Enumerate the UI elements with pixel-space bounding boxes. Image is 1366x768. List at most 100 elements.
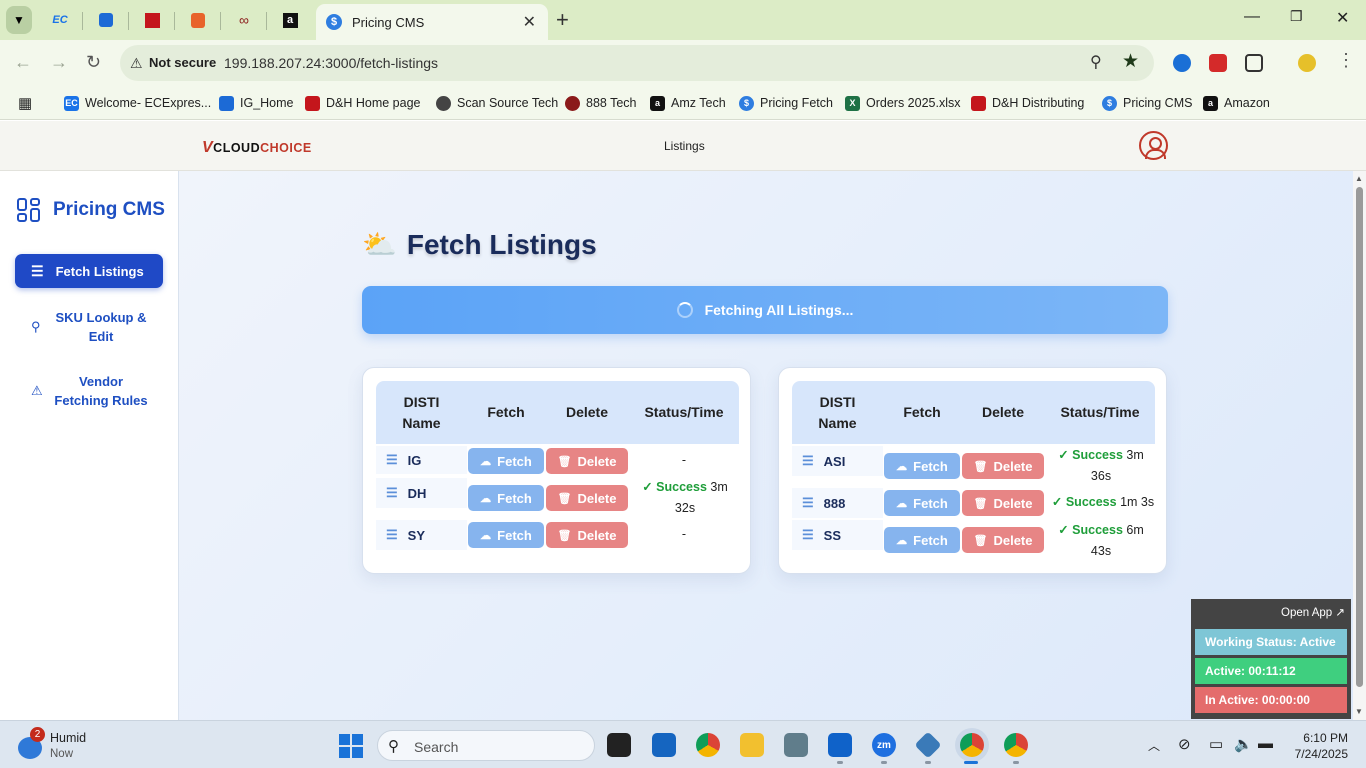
- windows-start-button[interactable]: [339, 734, 363, 758]
- tab-888[interactable]: ∞: [228, 6, 260, 34]
- maximize-button[interactable]: ❐: [1290, 8, 1303, 25]
- bookmark-item[interactable]: D&H Home page: [305, 93, 421, 113]
- chrome-profile-icon[interactable]: [960, 733, 984, 757]
- open-app-link[interactable]: Open App ↗: [1281, 605, 1345, 619]
- fetch-button[interactable]: ☁ Fetch: [468, 448, 544, 474]
- cloud-icon: ☁: [896, 460, 908, 473]
- fetch-button[interactable]: ☁ Fetch: [884, 453, 960, 479]
- scroll-up-icon[interactable]: ▲: [1355, 174, 1363, 183]
- scroll-down-icon[interactable]: ▼: [1355, 707, 1363, 716]
- dh-favicon-icon: [144, 12, 160, 28]
- bookmark-item[interactable]: D&H Distributing: [971, 93, 1084, 113]
- tab-amazon[interactable]: a: [274, 6, 306, 34]
- delete-button[interactable]: 🗑 Delete: [546, 485, 628, 511]
- user-avatar-icon[interactable]: [1139, 131, 1168, 160]
- tab-ecexpress[interactable]: EC: [44, 6, 76, 34]
- sidebar-item-label: SKU Lookup & Edit: [55, 310, 147, 344]
- security-label[interactable]: Not secure: [149, 55, 216, 70]
- tray-chevron-icon[interactable]: ︿: [1148, 737, 1160, 754]
- scrollbar-thumb[interactable]: [1356, 187, 1363, 687]
- warning-icon[interactable]: ⚠: [130, 55, 143, 72]
- trash-icon: 🗑: [973, 534, 988, 547]
- taskbar-search[interactable]: ⚲ Search: [377, 730, 595, 761]
- running-indicator: [1013, 761, 1019, 764]
- network-icon[interactable]: ⊘: [1178, 735, 1191, 753]
- tab-search-button[interactable]: ▼: [6, 6, 32, 34]
- tab-title: Pricing CMS: [352, 14, 425, 30]
- new-tab-button[interactable]: +: [556, 9, 569, 31]
- vcloudchoice-logo[interactable]: VCLOUDCHOICE: [202, 139, 312, 157]
- cloud-icon: ☁: [480, 455, 492, 468]
- minimize-button[interactable]: —: [1244, 8, 1260, 26]
- tab-ig[interactable]: [90, 6, 122, 34]
- menu-kebab-icon[interactable]: ⋮: [1337, 50, 1355, 71]
- back-button[interactable]: ←: [14, 52, 32, 73]
- bookmark-item[interactable]: EC Welcome- ECExpres...: [64, 93, 211, 113]
- outlook-icon[interactable]: [828, 733, 852, 757]
- page-scrollbar[interactable]: ▲ ▼: [1353, 171, 1366, 720]
- page-title: ⛅ Fetch Listings: [362, 228, 597, 261]
- bookmark-item[interactable]: X Orders 2025.xlsx: [845, 93, 960, 113]
- file-explorer-icon[interactable]: [740, 733, 764, 757]
- extension-icon[interactable]: [1173, 54, 1191, 72]
- system-clock[interactable]: 6:10 PM 7/24/2025: [1288, 730, 1348, 762]
- apps-grid-icon[interactable]: ▦: [18, 93, 32, 113]
- puzzle-icon[interactable]: [1245, 54, 1263, 72]
- close-tab-icon[interactable]: ✕: [523, 12, 536, 32]
- bookmark-item[interactable]: Scan Source Tech: [436, 93, 558, 113]
- tab-separator: [174, 12, 175, 30]
- disti-name-cell: ☰ DH: [376, 478, 467, 508]
- delete-button[interactable]: 🗑 Delete: [546, 448, 628, 474]
- bookmark-star-icon[interactable]: ★: [1122, 50, 1139, 73]
- delete-button[interactable]: 🗑 Delete: [962, 453, 1044, 479]
- sidebar-item-vendor-rules[interactable]: ⚠ Vendor Fetching Rules: [15, 372, 163, 410]
- fetch-all-button[interactable]: Fetching All Listings...: [362, 286, 1168, 334]
- chrome-icon[interactable]: [696, 733, 720, 757]
- address-bar[interactable]: ⚠ Not secure 199.188.207.24:3000/fetch-l…: [120, 45, 1154, 81]
- bookmark-item[interactable]: a Amz Tech: [650, 93, 726, 113]
- bookmark-item[interactable]: a Amazon: [1203, 93, 1270, 113]
- bookmark-item[interactable]: 888 Tech: [565, 93, 637, 113]
- disti-name: 888: [823, 495, 846, 511]
- dollar-icon: $: [1102, 95, 1117, 111]
- sidebar-item-sku-lookup[interactable]: ⚲ SKU Lookup & Edit: [15, 308, 163, 346]
- store-icon[interactable]: [652, 733, 676, 757]
- pdf-extension-icon[interactable]: [1209, 54, 1227, 72]
- bookmark-item[interactable]: $ Pricing CMS: [1102, 93, 1192, 113]
- battery-icon[interactable]: ▬: [1258, 735, 1273, 752]
- fetch-button[interactable]: ☁ Fetch: [468, 522, 544, 548]
- display-icon[interactable]: ▭: [1209, 735, 1223, 753]
- tab-separator: [220, 12, 221, 30]
- tab-pricing-cms[interactable]: $ Pricing CMS ✕: [316, 4, 548, 40]
- profile-icon[interactable]: [1298, 54, 1316, 72]
- fetch-button[interactable]: ☁ Fetch: [884, 490, 960, 516]
- nav-listings-link[interactable]: Listings: [664, 139, 705, 153]
- chrome-profile-2-icon[interactable]: [1004, 733, 1028, 757]
- table-row: ☰ ASI ☁ Fetch 🗑 Delete ✓ Success 3m 36s: [792, 446, 1155, 486]
- url-text[interactable]: 199.188.207.24:3000/fetch-listings: [224, 55, 438, 71]
- delete-button[interactable]: 🗑 Delete: [962, 527, 1044, 553]
- tab-sublime[interactable]: [182, 6, 214, 34]
- close-window-button[interactable]: ✕: [1336, 8, 1349, 28]
- reload-button[interactable]: ↻: [86, 52, 101, 73]
- active-indicator: [964, 761, 978, 764]
- app-icon[interactable]: [914, 731, 942, 759]
- task-view-icon[interactable]: [607, 733, 631, 757]
- calculator-icon[interactable]: [784, 733, 808, 757]
- clock-date: 7/24/2025: [1294, 747, 1348, 761]
- fetch-button[interactable]: ☁ Fetch: [884, 527, 960, 553]
- tab-separator: [128, 12, 129, 30]
- sidebar-item-fetch-listings[interactable]: ☰ Fetch Listings: [15, 254, 163, 288]
- bookmark-item[interactable]: $ Pricing Fetch: [739, 93, 833, 113]
- zoom-icon[interactable]: ⚲: [1090, 52, 1102, 72]
- zoom-app-icon[interactable]: zm: [872, 733, 896, 757]
- delete-button[interactable]: 🗑 Delete: [962, 490, 1044, 516]
- bookmark-item[interactable]: IG_Home: [219, 93, 294, 113]
- delete-button[interactable]: 🗑 Delete: [546, 522, 628, 548]
- table-header: DISTI Name Fetch Delete Status/Time: [792, 381, 1155, 444]
- database-icon: ☰: [802, 453, 814, 468]
- forward-button[interactable]: →: [50, 52, 68, 73]
- fetch-button[interactable]: ☁ Fetch: [468, 485, 544, 511]
- tab-dh[interactable]: [136, 6, 168, 34]
- volume-icon[interactable]: 🔈: [1234, 735, 1253, 753]
